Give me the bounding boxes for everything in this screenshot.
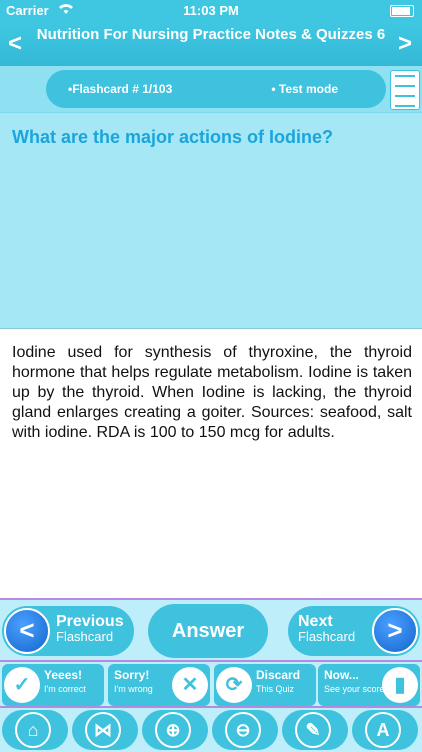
wrong-sublabel: I'm wrong [114,684,153,694]
discard-quiz-button[interactable]: ⟳ Discard This Quiz [214,664,316,706]
answer-button[interactable]: Answer [148,604,268,658]
discard-sublabel: This Quiz [256,684,295,694]
answer-text: Iodine used for synthesis of thyroxine, … [12,344,412,441]
page-title: Nutrition For Nursing Practice Notes & Q… [36,26,386,43]
cross-icon: ✕ [172,667,208,703]
correct-button[interactable]: ✓ Yeees! I'm correct [2,664,104,706]
next-label: Next [298,613,333,630]
list-menu-icon[interactable] [390,70,420,110]
answer-area: Iodine used for synthesis of thyroxine, … [0,328,422,599]
zoom-out-icon: ⊖ [225,712,261,748]
previous-flashcard-button[interactable]: < Previous Flashcard [2,606,134,656]
mode-label: • Test mode [271,82,338,96]
score-sublabel: See your score [324,684,385,694]
share-button[interactable]: ⋈ [72,710,138,750]
font-icon: A [365,712,401,748]
battery-icon [390,5,414,17]
previous-sublabel: Flashcard [56,629,114,644]
question-area: What are the major actions of Iodine? [0,112,422,329]
edit-icon: ✎ [295,712,331,748]
home-button[interactable]: ⌂ [2,710,68,750]
score-button-row: ✓ Yeees! I'm correct Sorry! I'm wrong ✕ … [0,660,422,708]
correct-sublabel: I'm correct [44,684,86,694]
share-icon: ⋈ [85,712,121,748]
toolbar-row: ⌂ ⋈ ⊕ ⊖ ✎ A [0,706,422,752]
next-flashcard-button[interactable]: Next Flashcard > [288,606,420,656]
checkmark-icon: ✓ [4,667,40,703]
info-strip: •Flashcard # 1/103 • Test mode [0,66,422,112]
zoom-in-button[interactable]: ⊕ [142,710,208,750]
wrong-button[interactable]: Sorry! I'm wrong ✕ [108,664,210,706]
clock: 11:03 PM [183,3,239,18]
question-text: What are the major actions of Iodine? [12,127,334,147]
previous-label: Previous [56,613,124,630]
recycle-icon: ⟳ [216,667,252,703]
back-chevron-icon[interactable]: < [8,30,22,58]
edit-button[interactable]: ✎ [282,710,348,750]
correct-label: Yeees! [44,668,83,682]
flashcard-info-pill: •Flashcard # 1/103 • Test mode [46,70,386,108]
bar-chart-icon: ▮ [382,667,418,703]
left-arrow-icon: < [4,608,50,654]
right-arrow-icon: > [372,608,418,654]
flashcard-counter: •Flashcard # 1/103 [68,82,173,96]
zoom-in-icon: ⊕ [155,712,191,748]
status-bar: Carrier 11:03 PM [0,0,422,22]
zoom-out-button[interactable]: ⊖ [212,710,278,750]
navigation-button-row: < Previous Flashcard Answer Next Flashcard… [0,598,422,662]
wrong-label: Sorry! [114,668,150,682]
next-sublabel: Flashcard [298,629,356,644]
score-label: Now... [324,668,359,682]
font-button[interactable]: A [352,710,418,750]
nav-bar: < Nutrition For Nursing Practice Notes &… [0,22,422,66]
discard-label: Discard [256,668,301,682]
score-button[interactable]: Now... See your score ▮ [318,664,420,706]
forward-chevron-icon[interactable]: > [398,30,412,58]
home-icon: ⌂ [15,712,51,748]
